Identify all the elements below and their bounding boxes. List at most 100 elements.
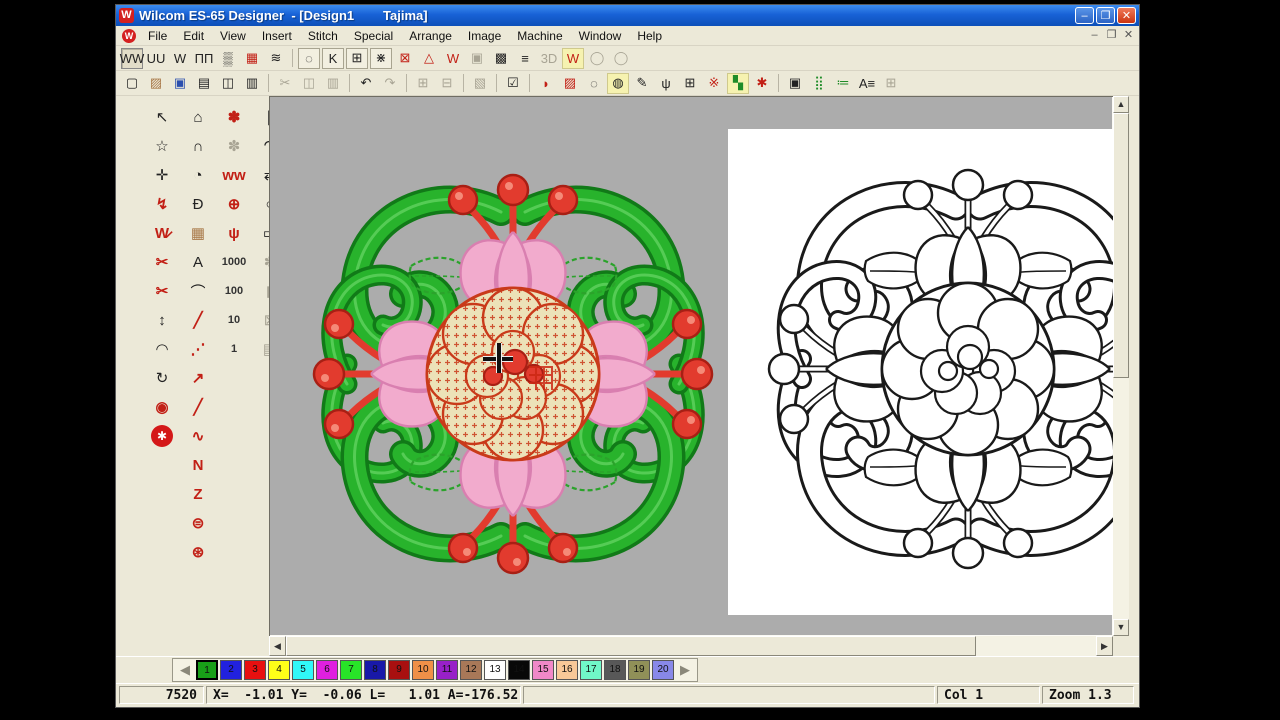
minimize-button[interactable]: – (1075, 7, 1094, 24)
reshape-tool-tool[interactable]: ⌂ (182, 104, 214, 131)
menu-image[interactable]: Image (460, 27, 509, 45)
chain-links-tool[interactable]: ⋰ (182, 336, 214, 363)
size-1000-tool[interactable]: 1000 (218, 249, 250, 276)
red-leaves-button[interactable]: ※ (703, 73, 725, 94)
menu-view[interactable]: View (212, 27, 254, 45)
oval-effect-2-button[interactable]: ◯ (610, 48, 632, 69)
mdi-close-button[interactable]: ✕ (1120, 28, 1137, 43)
mdi-restore-button[interactable]: ❐ (1103, 28, 1120, 43)
circle-input-tool[interactable]: ◔ (182, 162, 214, 189)
color-swatch-1[interactable]: 1 (196, 660, 218, 680)
lettering-tool[interactable]: A (182, 249, 214, 276)
wizard-button[interactable]: ▧ (469, 73, 491, 94)
options-check-button[interactable]: ☑ (502, 73, 524, 94)
fan-tool-tool[interactable]: ◠ (146, 336, 178, 363)
graph-view-button[interactable]: ▚ (727, 73, 749, 94)
yellow-fill-button[interactable]: ◍ (607, 73, 629, 94)
contour-lines-button[interactable]: ≡ (514, 48, 536, 69)
flower-disabled-tool[interactable]: ✽ (218, 133, 250, 160)
new-file-button[interactable]: ▢ (121, 73, 143, 94)
pattern-fill-button[interactable]: ▩ (490, 48, 512, 69)
menu-arrange[interactable]: Arrange (401, 27, 460, 45)
color-swatch-10[interactable]: 10 (412, 660, 434, 680)
flower-image-button[interactable]: ✱ (751, 73, 773, 94)
size-10-tool[interactable]: 10 (218, 307, 250, 334)
color-swatch-14[interactable]: 14 (508, 660, 530, 680)
cut-button[interactable]: ✂ (274, 73, 296, 94)
hatch-red-button[interactable]: ▨ (559, 73, 581, 94)
size-1-tool[interactable]: 1 (218, 336, 250, 363)
thread-spool-tool[interactable]: ◉ (146, 394, 178, 421)
scroll-up-arrow[interactable]: ▲ (1113, 96, 1129, 113)
3d-effect-button[interactable]: 3D (538, 48, 560, 69)
image-frame-button[interactable]: ▣ (784, 73, 806, 94)
paste-button[interactable]: ▥ (322, 73, 344, 94)
fancy-fill-button[interactable]: ⊞ (346, 48, 368, 69)
color-swatch-9[interactable]: 9 (388, 660, 410, 680)
menu-machine[interactable]: Machine (509, 27, 570, 45)
color-swatch-6[interactable]: 6 (316, 660, 338, 680)
vertical-scrollbar[interactable]: ▲ ▼ (1113, 96, 1129, 636)
updown-needle-tool[interactable]: ↕ (146, 307, 178, 334)
color-swatch-4[interactable]: 4 (268, 660, 290, 680)
undo-button[interactable]: ↶ (355, 73, 377, 94)
needle-point-button[interactable]: ψ (655, 73, 677, 94)
palette-left-arrow[interactable]: ◀ (175, 660, 195, 680)
close-button[interactable]: ✕ (1117, 7, 1136, 24)
node-edit-tool[interactable]: ✛ (146, 162, 178, 189)
color-swatch-15[interactable]: 15 (532, 660, 554, 680)
line-nodes-tool[interactable]: ╱ (182, 307, 214, 334)
color-swatch-18[interactable]: 18 (604, 660, 626, 680)
red-arrows-tool[interactable]: ↗ (182, 365, 214, 392)
polygon-select-tool[interactable]: ☆ (146, 133, 178, 160)
menu-special[interactable]: Special (346, 27, 401, 45)
wheel-flower-tool[interactable]: ⊛ (182, 539, 214, 566)
open-file-button[interactable]: ▨ (145, 73, 167, 94)
color-swatch-16[interactable]: 16 (556, 660, 578, 680)
palette-right-arrow[interactable]: ▶ (675, 660, 695, 680)
stop-hand-tool[interactable]: ✱ (146, 423, 178, 450)
dome-input-tool[interactable]: ∩ (182, 133, 214, 160)
e-stitch-button[interactable]: ΠΠ (193, 48, 215, 69)
redo-button[interactable]: ↷ (379, 73, 401, 94)
horizontal-scroll-thumb[interactable] (286, 636, 976, 656)
send-to-machine-button[interactable]: ▥ (241, 73, 263, 94)
triangle-effect-button[interactable]: △ (418, 48, 440, 69)
column-stitch-button[interactable]: UU (145, 48, 167, 69)
pattern-disabled-button[interactable]: ▣ (466, 48, 488, 69)
design-canvas[interactable] (269, 96, 1113, 636)
color-list-button[interactable]: ≔ (832, 73, 854, 94)
ungroup-button[interactable]: ⊟ (436, 73, 458, 94)
menu-edit[interactable]: Edit (175, 27, 212, 45)
grid-disabled-button[interactable]: ⊞ (880, 73, 902, 94)
color-swatch-3[interactable]: 3 (244, 660, 266, 680)
z-run-tool-tool[interactable]: Z (182, 481, 214, 508)
lettering-frame-tool[interactable]: Đ (182, 191, 214, 218)
color-swatch-2[interactable]: 2 (220, 660, 242, 680)
zigzag-input-tool[interactable]: ww (218, 162, 250, 189)
color-swatch-13[interactable]: 13 (484, 660, 506, 680)
print-preview-button[interactable]: ◫ (217, 73, 239, 94)
scroll-down-arrow[interactable]: ▼ (1113, 619, 1129, 636)
pen-tool-button[interactable]: ✎ (631, 73, 653, 94)
outline-shape-button[interactable]: ◌ (583, 73, 605, 94)
restore-button[interactable]: ❐ (1096, 7, 1115, 24)
zigzag-stitch-button[interactable]: W (169, 48, 191, 69)
wave-fill-button[interactable]: ≋ (265, 48, 287, 69)
color-swatch-19[interactable]: 19 (628, 660, 650, 680)
menu-insert[interactable]: Insert (254, 27, 300, 45)
outline-dotted-button[interactable]: ◌ (298, 48, 320, 69)
satin-leaf-button[interactable]: ◗ (535, 73, 557, 94)
tatami-fill-button[interactable]: ▒ (217, 48, 239, 69)
fancy-w-button[interactable]: W (562, 48, 584, 69)
document-icon[interactable]: W (122, 29, 136, 43)
needle-fork-tool[interactable]: ψ (218, 220, 250, 247)
dotted-grid-button[interactable]: ⣿ (808, 73, 830, 94)
cut-w-tool[interactable]: ✂ (146, 249, 178, 276)
menu-file[interactable]: File (140, 27, 175, 45)
jagged-stitch-button[interactable]: W (442, 48, 464, 69)
red-line-tool[interactable]: ╱ (182, 394, 214, 421)
copy-button[interactable]: ◫ (298, 73, 320, 94)
n-run-tool-tool[interactable]: N (182, 452, 214, 479)
cut-needle-tool[interactable]: ✂ (146, 278, 178, 305)
